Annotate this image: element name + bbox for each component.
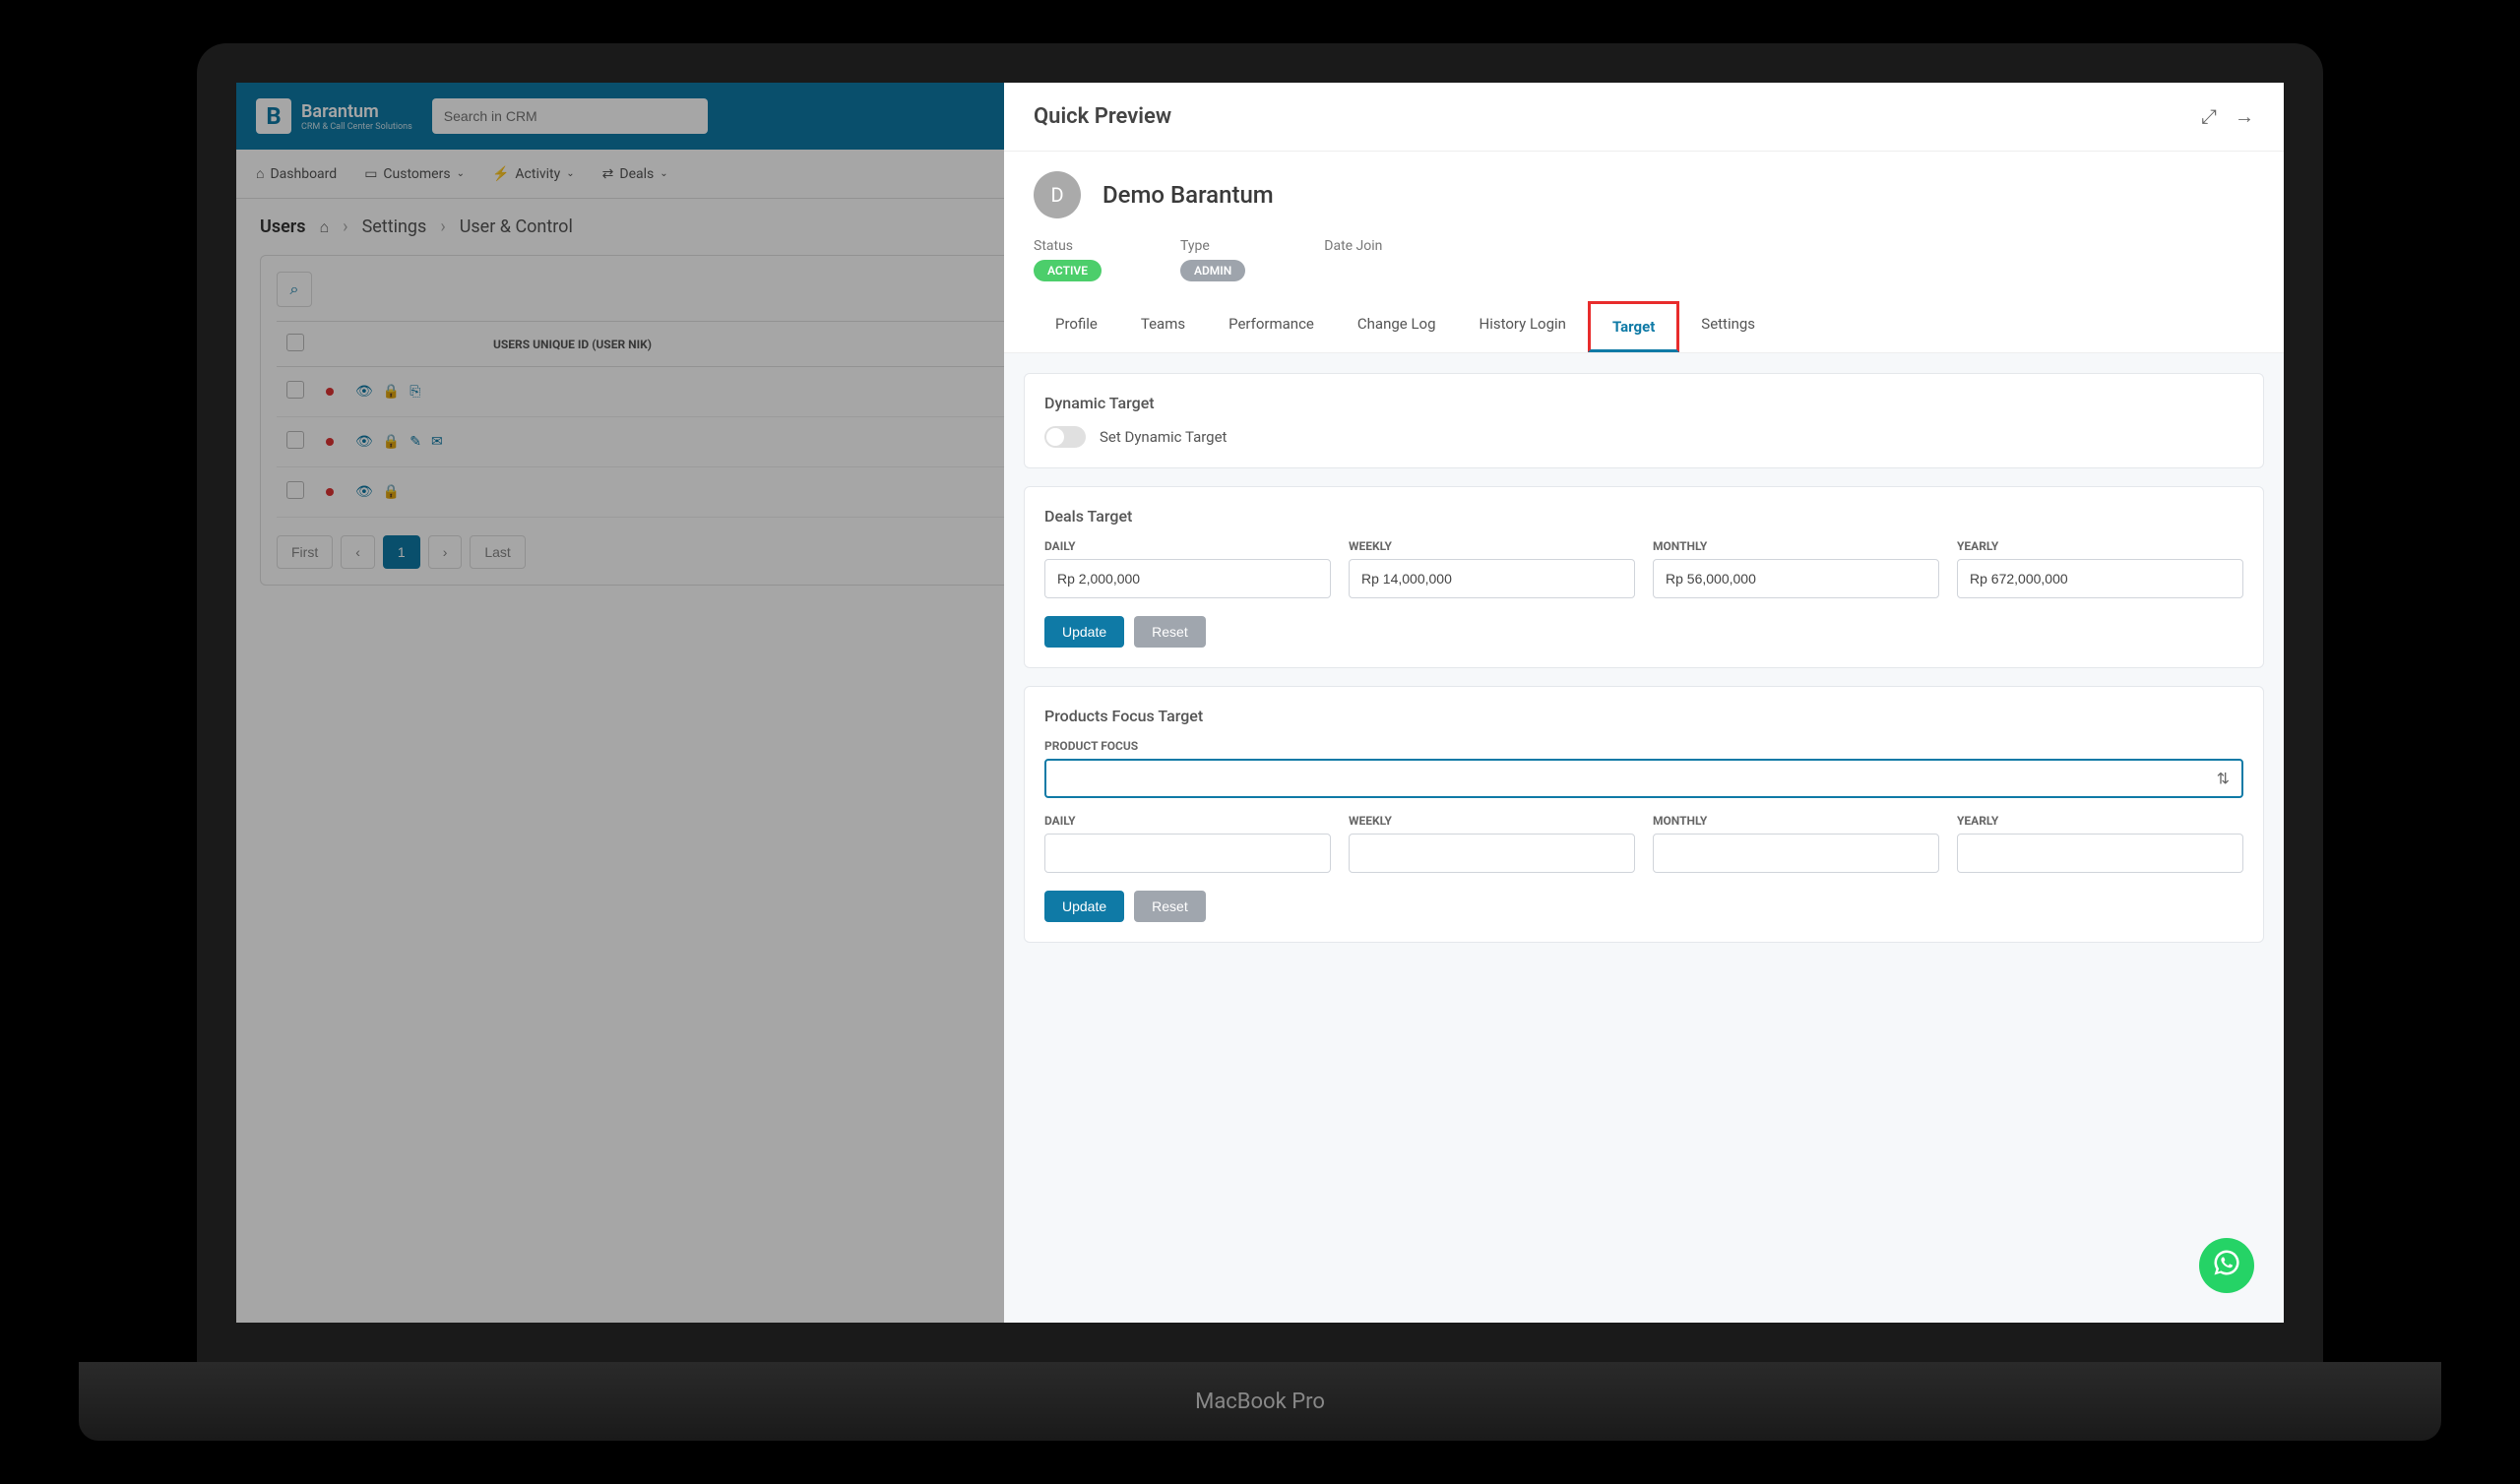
card-title: Deals Target xyxy=(1044,507,2243,526)
drawer-title: Quick Preview xyxy=(1034,104,1171,129)
close-icon[interactable]: → xyxy=(2235,104,2254,129)
status-badge: ACTIVE xyxy=(1034,260,1102,281)
field-label: WEEKLY xyxy=(1349,814,1635,828)
products-focus-card: Products Focus Target PRODUCT FOCUS ⇅ DA… xyxy=(1024,686,2264,943)
field-yearly: YEARLY xyxy=(1957,814,2243,873)
card-title: Products Focus Target xyxy=(1044,707,2243,725)
laptop-base: MacBook Pro xyxy=(79,1362,2441,1441)
field-label: DAILY xyxy=(1044,539,1331,553)
product-focus-select[interactable] xyxy=(1044,759,2243,798)
product-yearly-input[interactable] xyxy=(1957,834,2243,873)
reset-button[interactable]: Reset xyxy=(1134,616,1206,648)
field-weekly: WEEKLY xyxy=(1349,814,1635,873)
field-weekly: WEEKLY xyxy=(1349,539,1635,598)
laptop-screen: B Barantum CRM & Call Center Solutions ⌂… xyxy=(197,43,2323,1362)
update-button[interactable]: Update xyxy=(1044,616,1124,648)
meta-label: Status xyxy=(1034,238,1102,254)
tab-change-log[interactable]: Change Log xyxy=(1336,301,1458,352)
dynamic-target-toggle[interactable] xyxy=(1044,426,1086,448)
whatsapp-fab[interactable] xyxy=(2199,1238,2254,1293)
tab-settings[interactable]: Settings xyxy=(1679,301,1777,352)
tab-profile[interactable]: Profile xyxy=(1034,301,1119,352)
profile-name: Demo Barantum xyxy=(1102,181,1274,209)
field-label: YEARLY xyxy=(1957,814,2243,828)
tab-performance[interactable]: Performance xyxy=(1207,301,1336,352)
laptop-frame: B Barantum CRM & Call Center Solutions ⌂… xyxy=(79,43,2441,1441)
drawer-tabs: Profile Teams Performance Change Log His… xyxy=(1004,301,2284,353)
profile-row: D Demo Barantum xyxy=(1004,152,2284,228)
meta-label: Type xyxy=(1180,238,1245,254)
tab-teams[interactable]: Teams xyxy=(1119,301,1207,352)
monthly-input[interactable] xyxy=(1653,559,1939,598)
update-button[interactable]: Update xyxy=(1044,891,1124,922)
field-label: YEARLY xyxy=(1957,539,2243,553)
field-label: WEEKLY xyxy=(1349,539,1635,553)
deals-target-card: Deals Target DAILY WEEKLY MONT xyxy=(1024,486,2264,668)
product-field-grid: DAILY WEEKLY MONTHLY xyxy=(1044,814,2243,873)
deals-field-grid: DAILY WEEKLY MONTHLY xyxy=(1044,539,2243,598)
field-monthly: MONTHLY xyxy=(1653,814,1939,873)
quick-preview-drawer: Quick Preview ⤢ → D Demo Barantum Status… xyxy=(1004,83,2284,1323)
toggle-row: Set Dynamic Target xyxy=(1044,426,2243,448)
reset-button[interactable]: Reset xyxy=(1134,891,1206,922)
daily-input[interactable] xyxy=(1044,559,1331,598)
button-row: Update Reset xyxy=(1044,616,2243,648)
weekly-input[interactable] xyxy=(1349,559,1635,598)
card-title: Dynamic Target xyxy=(1044,394,2243,412)
field-daily: DAILY xyxy=(1044,814,1331,873)
avatar: D xyxy=(1034,171,1081,218)
product-daily-input[interactable] xyxy=(1044,834,1331,873)
dynamic-target-card: Dynamic Target Set Dynamic Target xyxy=(1024,373,2264,468)
field-label: MONTHLY xyxy=(1653,539,1939,553)
tab-target[interactable]: Target xyxy=(1588,301,1679,352)
product-weekly-input[interactable] xyxy=(1349,834,1635,873)
whatsapp-icon xyxy=(2212,1248,2241,1284)
expand-icon[interactable]: ⤢ xyxy=(2201,104,2217,129)
drawer-body: Dynamic Target Set Dynamic Target Deals … xyxy=(1004,353,2284,1323)
app-window: B Barantum CRM & Call Center Solutions ⌂… xyxy=(236,83,2284,1323)
type-badge: ADMIN xyxy=(1180,260,1245,281)
field-monthly: MONTHLY xyxy=(1653,539,1939,598)
product-monthly-input[interactable] xyxy=(1653,834,1939,873)
yearly-input[interactable] xyxy=(1957,559,2243,598)
meta-status: Status ACTIVE xyxy=(1034,238,1102,281)
field-label: MONTHLY xyxy=(1653,814,1939,828)
meta-type: Type ADMIN xyxy=(1180,238,1245,281)
tab-history-login[interactable]: History Login xyxy=(1458,301,1588,352)
toggle-knob xyxy=(1046,428,1064,446)
meta-label: Date Join xyxy=(1324,238,1382,254)
profile-meta: Status ACTIVE Type ADMIN Date Join xyxy=(1004,228,2284,301)
button-row: Update Reset xyxy=(1044,891,2243,922)
product-focus-select-wrap: ⇅ xyxy=(1044,759,2243,798)
field-label: DAILY xyxy=(1044,814,1331,828)
drawer-actions: ⤢ → xyxy=(2201,104,2254,129)
meta-date-join: Date Join xyxy=(1324,238,1382,281)
field-label: PRODUCT FOCUS xyxy=(1044,739,2243,753)
field-daily: DAILY xyxy=(1044,539,1331,598)
field-yearly: YEARLY xyxy=(1957,539,2243,598)
device-label: MacBook Pro xyxy=(1195,1390,1325,1414)
drawer-header: Quick Preview ⤢ → xyxy=(1004,83,2284,152)
toggle-label: Set Dynamic Target xyxy=(1100,428,1227,446)
